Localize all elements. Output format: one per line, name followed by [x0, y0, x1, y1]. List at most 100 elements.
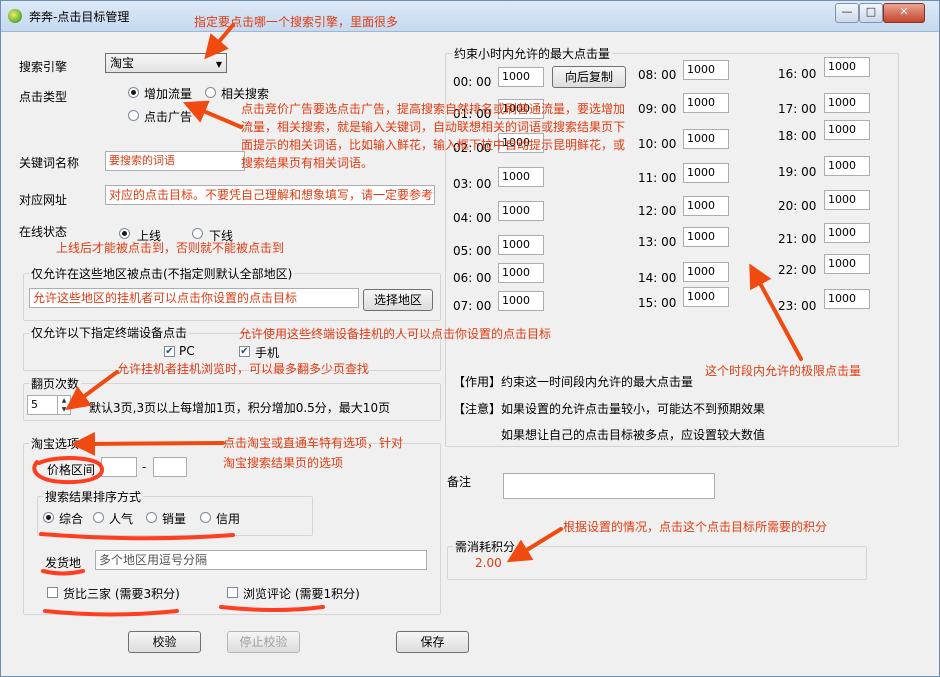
hour-input[interactable]: 1000 [824, 254, 870, 274]
radio-add-traffic-label: 增加流量 [144, 87, 193, 101]
taobao-group-title: 淘宝选项 [29, 435, 82, 452]
hour-input[interactable]: 1000 [824, 120, 870, 140]
hour-label: 07: 00 [453, 299, 492, 313]
price-label: 价格区间 [47, 463, 96, 477]
hour-input[interactable]: 1000 [498, 291, 544, 311]
hour-label: 11: 00 [638, 171, 677, 185]
pages-stepper[interactable]: 5 ▲ ▼ [27, 395, 71, 415]
hour-input[interactable]: 1000 [824, 223, 870, 243]
radio-offline[interactable] [192, 228, 203, 239]
hour-label: 00: 00 [453, 75, 492, 89]
sort-group-title: 搜索结果排序方式 [43, 488, 144, 505]
hourly-info-advice: 如果想让自己的点击目标被多点，应设置较大数值 [501, 428, 766, 442]
app-logo-icon [8, 9, 22, 23]
hour-input[interactable]: 1000 [683, 196, 729, 216]
hour-input[interactable]: 1000 [498, 201, 544, 221]
clicktype-label: 点击类型 [19, 90, 68, 104]
annotation-pages: 允许挂机者挂机浏览时，可以最多翻多少页查找 [117, 362, 370, 376]
compare-label: 货比三家 (需要3积分) [63, 587, 180, 601]
hour-label: 05: 00 [453, 244, 492, 258]
hour-input[interactable]: 1000 [824, 156, 870, 176]
radio-sort-sales[interactable] [146, 512, 157, 523]
stop-check-button[interactable]: 停止校验 [227, 631, 300, 653]
radio-sort-all[interactable] [43, 512, 54, 523]
hour-input[interactable]: 1000 [824, 57, 870, 77]
engine-select-value: 淘宝 [110, 56, 135, 70]
check-button[interactable]: 校验 [128, 631, 201, 653]
radio-sort-credit[interactable] [200, 512, 211, 523]
hour-input[interactable]: 1000 [824, 190, 870, 210]
hourly-group-title: 约束小时内允许的最大点击量 [452, 45, 613, 62]
points-label: 需消耗积分 [453, 538, 518, 555]
price-dash: - [142, 460, 147, 474]
points-value: 2.00 [475, 556, 502, 570]
hour-label: 10: 00 [638, 137, 677, 151]
hour-label: 20: 00 [778, 199, 817, 213]
review-checkbox[interactable] [227, 587, 238, 598]
device-pc-checkbox[interactable]: ✔ [164, 346, 175, 357]
hour-input[interactable]: 1000 [824, 93, 870, 113]
select-region-button[interactable]: 选择地区 [363, 289, 433, 311]
radio-click-ad[interactable] [128, 110, 139, 121]
hour-label: 09: 00 [638, 102, 677, 116]
pages-hint: 默认3页,3页以上每增加1页，积分增加0.5分，最大10页 [89, 401, 391, 415]
hour-label: 23: 00 [778, 299, 817, 313]
hour-input[interactable]: 1000 [498, 263, 544, 283]
dropdown-arrow-icon: ▼ [215, 60, 222, 69]
hour-input[interactable]: 1000 [683, 262, 729, 282]
stepper-arrows-icon[interactable]: ▲ ▼ [57, 396, 70, 414]
device-pc-label: PC [179, 344, 195, 358]
hour-label: 12: 00 [638, 204, 677, 218]
hour-label: 16: 00 [778, 67, 817, 81]
url-input[interactable]: 对应的点击目标。不要凭自己理解和想象填写，请一定要参考详细教程 [105, 185, 435, 205]
radio-online[interactable] [119, 228, 130, 239]
copy-forward-button[interactable]: 向后复制 [552, 66, 626, 88]
radio-sort-popularity[interactable] [93, 512, 104, 523]
hour-input[interactable]: 1000 [683, 60, 729, 80]
hour-input[interactable]: 1000 [683, 93, 729, 113]
hour-label: 04: 00 [453, 211, 492, 225]
hour-label: 17: 00 [778, 102, 817, 116]
title-bar: 奔奔-点击目标管理 — □ ✕ [1, 1, 939, 32]
pages-stepper-value: 5 [31, 398, 38, 411]
hour-label: 13: 00 [638, 235, 677, 249]
hour-input[interactable]: 1000 [824, 289, 870, 309]
device-mobile-checkbox[interactable]: ✔ [239, 346, 250, 357]
hour-label: 15: 00 [638, 296, 677, 310]
compare-checkbox[interactable] [47, 587, 58, 598]
radio-related-search[interactable] [205, 87, 216, 98]
hour-label: 08: 00 [638, 68, 677, 82]
hourly-info-warning: 【注意】如果设置的允许点击量较小，可能达不到预期效果 [453, 402, 766, 416]
dialog-window: 奔奔-点击目标管理 — □ ✕ 搜索引擎 淘宝 ▼ 点击类型 增加流量 相关搜索… [0, 0, 940, 677]
keyword-input[interactable]: 要搜索的词语 [105, 151, 245, 171]
hour-input[interactable]: 1000 [498, 235, 544, 255]
maximize-button[interactable]: □ [859, 3, 883, 23]
close-button[interactable]: ✕ [883, 3, 925, 23]
hour-input[interactable]: 1000 [683, 163, 729, 183]
annotation-engine: 指定要点击哪一个搜索引擎，里面很多 [194, 15, 399, 29]
radio-add-traffic[interactable] [128, 87, 139, 98]
hour-label: 14: 00 [638, 271, 677, 285]
ship-input[interactable]: 多个地区用逗号分隔 [95, 550, 427, 570]
region-group-title: 仅允许在这些地区被点击(不指定则默认全部地区) [29, 265, 295, 282]
annotation-hourly: 这个时段内允许的极限点击量 [705, 364, 862, 378]
hour-input[interactable]: 1000 [683, 287, 729, 307]
price-min-input[interactable] [101, 457, 137, 477]
hour-input[interactable]: 1000 [683, 129, 729, 149]
hour-label: 19: 00 [778, 165, 817, 179]
hour-label: 22: 00 [778, 263, 817, 277]
review-label: 浏览评论 (需要1积分) [243, 587, 360, 601]
remark-input[interactable] [503, 473, 715, 499]
region-input[interactable]: 允许这些地区的挂机者可以点击你设置的点击目标 [29, 288, 359, 308]
annotation-clicktype: 点击竞价广告要选点击广告，提高搜索自然排名或刷普通流量，要选增加流量，相关搜索，… [241, 102, 626, 170]
arrow-to-click-ad [182, 100, 243, 129]
save-button[interactable]: 保存 [396, 631, 469, 653]
minimize-button[interactable]: — [835, 3, 859, 23]
hour-input[interactable]: 1000 [683, 227, 729, 247]
window-title: 奔奔-点击目标管理 [29, 10, 130, 24]
engine-select[interactable]: 淘宝 ▼ [105, 53, 227, 73]
hourly-info-purpose: 【作用】约束这一时间段内允许的最大点击量 [453, 375, 694, 389]
hour-label: 18: 00 [778, 129, 817, 143]
price-max-input[interactable] [153, 457, 187, 477]
hour-input[interactable]: 1000 [498, 67, 544, 87]
